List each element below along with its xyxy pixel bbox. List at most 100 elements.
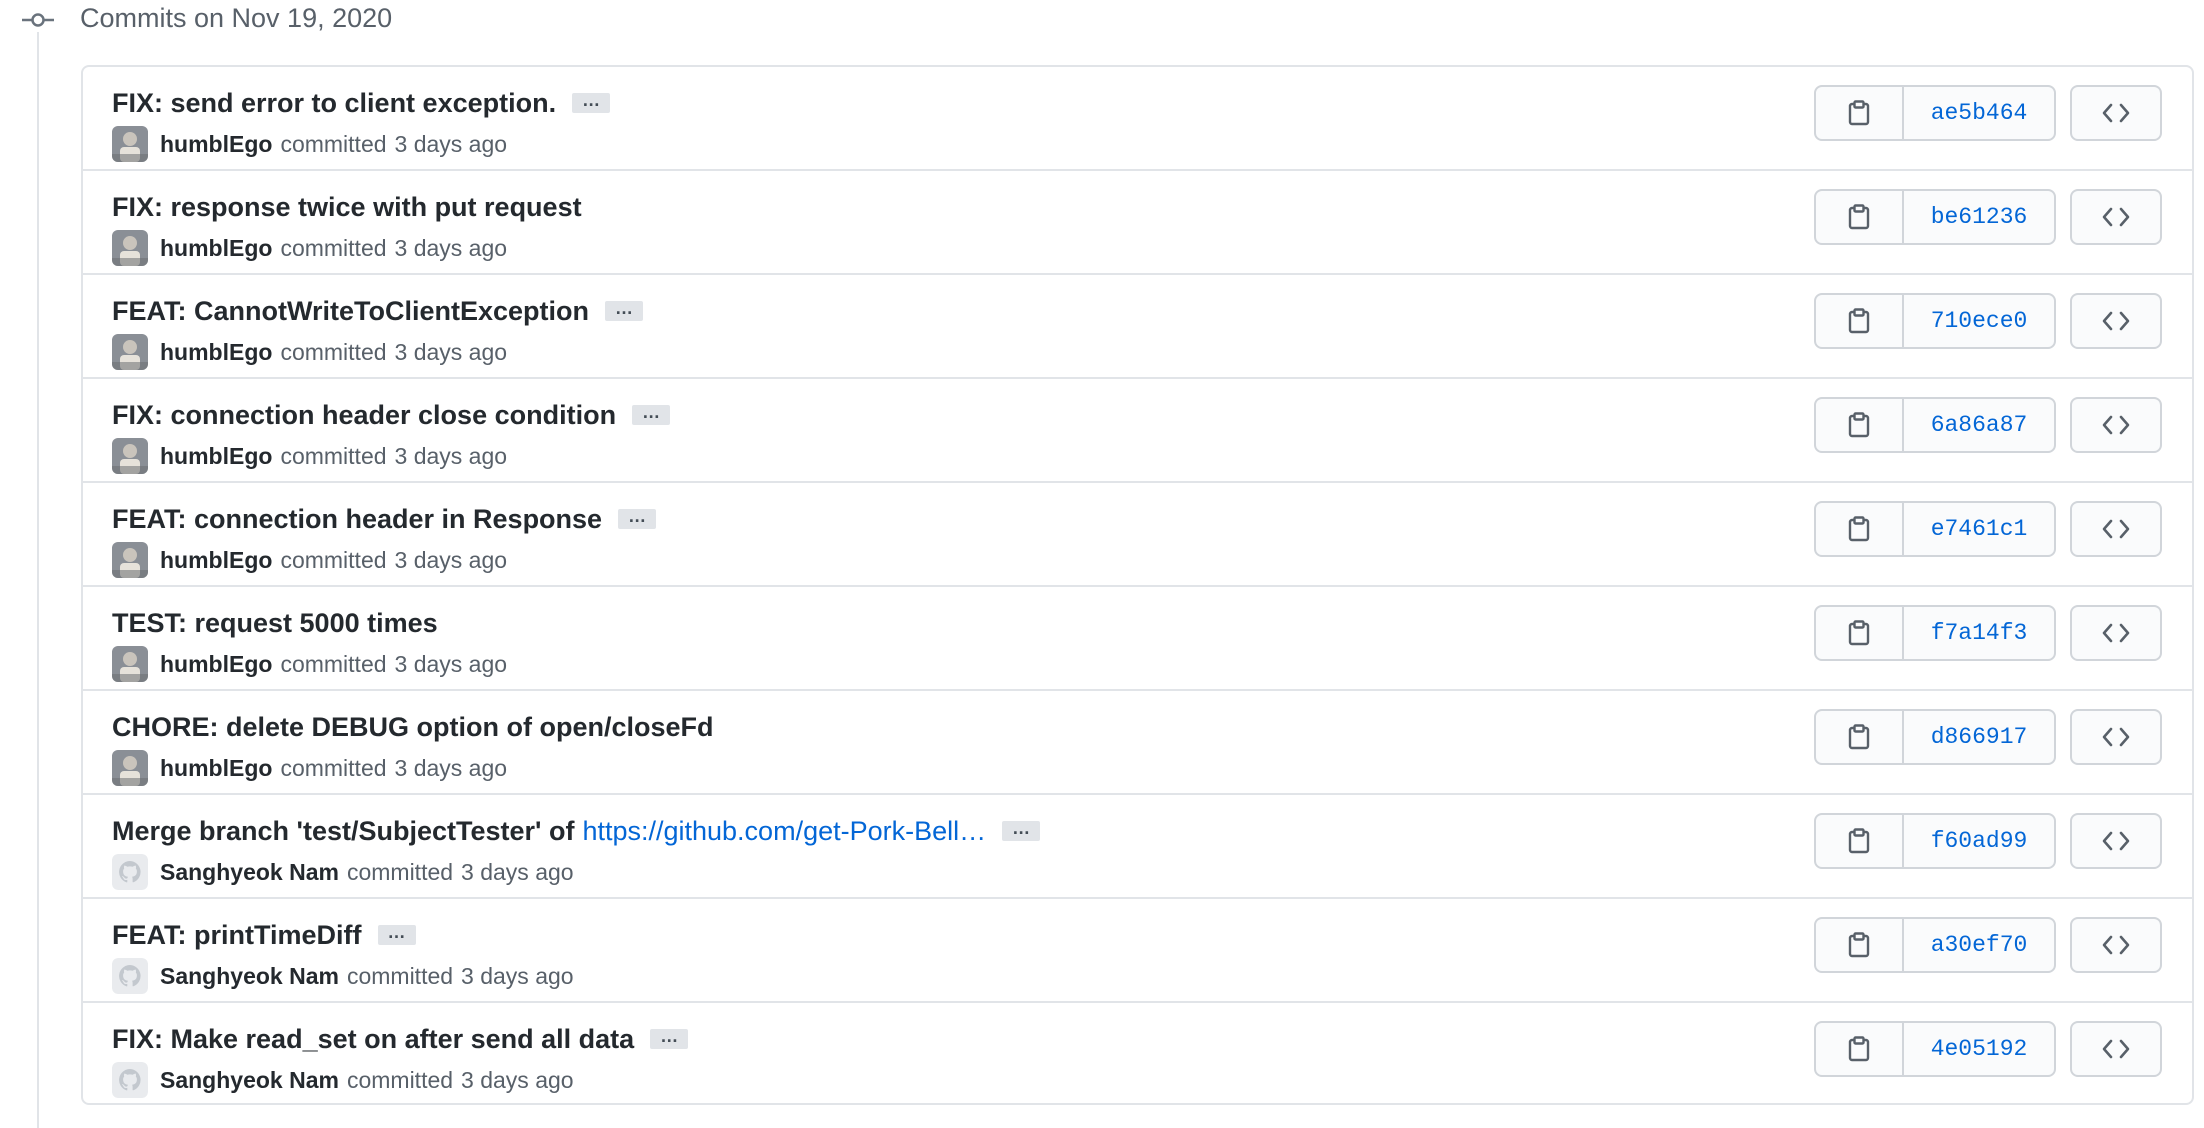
copy-sha-button[interactable]: [1816, 1023, 1904, 1075]
expand-message-button[interactable]: …: [632, 403, 671, 425]
sha-button-group: 710ece0: [1814, 293, 2056, 349]
commit-message-text[interactable]: FEAT: CannotWriteToClientException: [112, 296, 589, 326]
avatar[interactable]: [112, 1062, 148, 1098]
commit-row: Merge branch 'test/SubjectTester' of http…: [83, 793, 2192, 897]
commit-title-line: CHORE: delete DEBUG option of open/close…: [112, 707, 714, 747]
commit-sha-link[interactable]: f60ad99: [1904, 815, 2054, 867]
avatar[interactable]: [112, 334, 148, 370]
copy-sha-button[interactable]: [1816, 295, 1904, 347]
copy-sha-button[interactable]: [1816, 503, 1904, 555]
copy-sha-button[interactable]: [1816, 711, 1904, 763]
commit-sha-link[interactable]: a30ef70: [1904, 919, 2054, 971]
expand-message-button[interactable]: …: [650, 1027, 689, 1049]
commit-message[interactable]: FIX: send error to client exception.: [112, 88, 556, 119]
commit-time: 3 days ago: [394, 650, 508, 677]
commit-author[interactable]: humblEgo: [160, 443, 272, 470]
browse-repo-button[interactable]: [2070, 917, 2162, 973]
avatar[interactable]: [112, 126, 148, 162]
commit-message[interactable]: Merge branch 'test/SubjectTester' of http…: [112, 816, 986, 847]
commit-author[interactable]: humblEgo: [160, 131, 272, 158]
avatar[interactable]: [112, 958, 148, 994]
commit-message-text[interactable]: FIX: response twice with put request: [112, 192, 582, 222]
commit-author[interactable]: humblEgo: [160, 235, 272, 262]
commit-message-link[interactable]: https://github.com/get-Pork-Bell…: [582, 816, 986, 846]
commit-row: FIX: Make read_set on after send all dat…: [83, 1001, 2192, 1103]
browse-repo-button[interactable]: [2070, 1021, 2162, 1077]
commit-sha-link[interactable]: d866917: [1904, 711, 2054, 763]
user-photo-avatar: [112, 750, 148, 786]
commit-author[interactable]: humblEgo: [160, 651, 272, 678]
avatar[interactable]: [112, 230, 148, 266]
commit-time: 3 days ago: [461, 962, 574, 989]
avatar[interactable]: [112, 854, 148, 890]
commit-author[interactable]: humblEgo: [160, 547, 272, 574]
commit-verb: committed: [280, 234, 387, 261]
octocat-avatar: [112, 854, 148, 890]
browse-repo-button[interactable]: [2070, 501, 2162, 557]
clipboard-icon: [1848, 932, 1870, 958]
code-icon: [2102, 207, 2130, 227]
commit-message-text[interactable]: FIX: Make read_set on after send all dat…: [112, 1024, 634, 1054]
commit-sha-link[interactable]: be61236: [1904, 191, 2054, 243]
timeline-line: [37, 32, 39, 1128]
avatar[interactable]: [112, 646, 148, 682]
commit-actions: e7461c1: [1814, 501, 2162, 557]
commit-author[interactable]: Sanghyeok Nam: [160, 1067, 339, 1094]
expand-message-button[interactable]: …: [1002, 819, 1041, 841]
commit-message-text[interactable]: FEAT: printTimeDiff: [112, 920, 362, 950]
commit-sha-link[interactable]: e7461c1: [1904, 503, 2054, 555]
code-icon: [2102, 935, 2130, 955]
copy-sha-button[interactable]: [1816, 607, 1904, 659]
commit-message[interactable]: FEAT: CannotWriteToClientException: [112, 296, 589, 327]
browse-repo-button[interactable]: [2070, 189, 2162, 245]
commit-message-text[interactable]: FIX: connection header close condition: [112, 400, 616, 430]
commit-author[interactable]: Sanghyeok Nam: [160, 859, 339, 886]
expand-message-button[interactable]: …: [618, 507, 657, 529]
commit-author[interactable]: humblEgo: [160, 755, 272, 782]
avatar[interactable]: [112, 438, 148, 474]
commit-message-text[interactable]: CHORE: delete DEBUG option of open/close…: [112, 712, 714, 742]
commit-message[interactable]: CHORE: delete DEBUG option of open/close…: [112, 712, 714, 743]
avatar[interactable]: [112, 542, 148, 578]
commit-sha-link[interactable]: f7a14f3: [1904, 607, 2054, 659]
commit-sha-link[interactable]: 6a86a87: [1904, 399, 2054, 451]
commit-row: FEAT: printTimeDiff … Sanghyeok Nam comm…: [83, 897, 2192, 1001]
browse-repo-button[interactable]: [2070, 813, 2162, 869]
octocat-avatar: [112, 1062, 148, 1098]
expand-message-button[interactable]: …: [377, 923, 416, 945]
browse-repo-button[interactable]: [2070, 709, 2162, 765]
commit-message-text[interactable]: FEAT: connection header in Response: [112, 504, 602, 534]
commit-author[interactable]: Sanghyeok Nam: [160, 963, 339, 990]
commit-message-text[interactable]: Merge branch 'test/SubjectTester' of: [112, 816, 574, 846]
copy-sha-button[interactable]: [1816, 87, 1904, 139]
commit-message[interactable]: FIX: Make read_set on after send all dat…: [112, 1024, 634, 1055]
avatar[interactable]: [112, 750, 148, 786]
commit-message[interactable]: FEAT: connection header in Response: [112, 504, 602, 535]
commit-sha-link[interactable]: 4e05192: [1904, 1023, 2054, 1075]
commit-message-text[interactable]: TEST: request 5000 times: [112, 608, 438, 638]
commit-message[interactable]: FIX: response twice with put request: [112, 192, 582, 223]
browse-repo-button[interactable]: [2070, 293, 2162, 349]
browse-repo-button[interactable]: [2070, 605, 2162, 661]
commit-meta: humblEgo committed 3 days ago: [112, 437, 507, 475]
commit-row: FIX: connection header close condition ……: [83, 377, 2192, 481]
commit-message-text[interactable]: FIX: send error to client exception.: [112, 88, 556, 118]
sha-button-group: f60ad99: [1814, 813, 2056, 869]
commit-title-line: FEAT: printTimeDiff …: [112, 915, 416, 955]
commit-message[interactable]: FIX: connection header close condition: [112, 400, 616, 431]
browse-repo-button[interactable]: [2070, 397, 2162, 453]
copy-sha-button[interactable]: [1816, 815, 1904, 867]
commit-verb: committed: [346, 1066, 454, 1093]
commit-sha-link[interactable]: 710ece0: [1904, 295, 2054, 347]
commit-message[interactable]: TEST: request 5000 times: [112, 608, 438, 639]
copy-sha-button[interactable]: [1816, 919, 1904, 971]
copy-sha-button[interactable]: [1816, 399, 1904, 451]
copy-sha-button[interactable]: [1816, 191, 1904, 243]
browse-repo-button[interactable]: [2070, 85, 2162, 141]
expand-message-button[interactable]: …: [572, 91, 611, 113]
commit-actions: f60ad99: [1814, 813, 2162, 869]
commit-message[interactable]: FEAT: printTimeDiff: [112, 920, 362, 951]
commit-author[interactable]: humblEgo: [160, 339, 272, 366]
commit-sha-link[interactable]: ae5b464: [1904, 87, 2054, 139]
expand-message-button[interactable]: …: [605, 299, 643, 321]
